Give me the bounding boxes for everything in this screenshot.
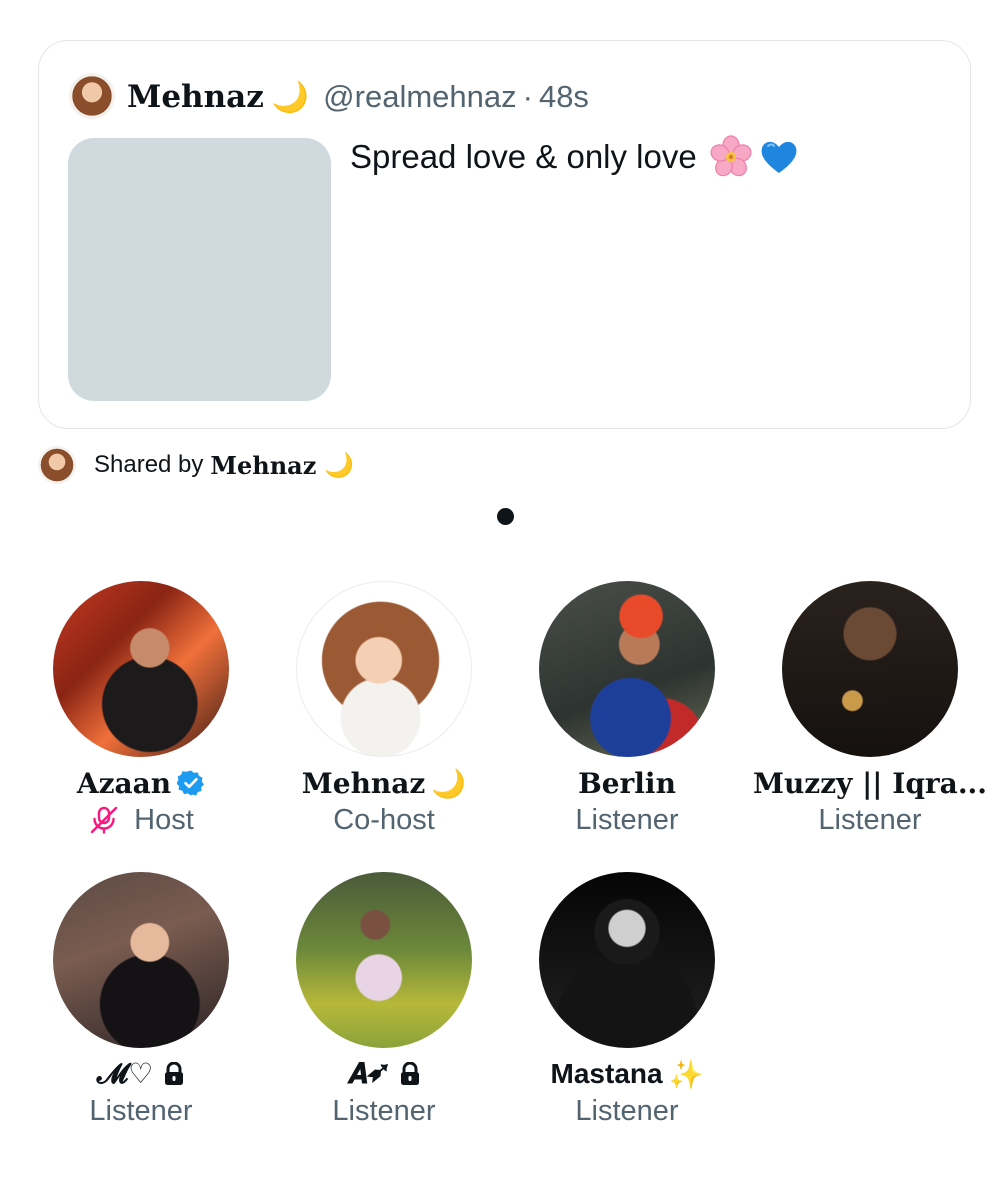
participant-role: Host	[26, 803, 256, 837]
cherry-blossom-icon	[710, 135, 752, 177]
participant-name: Azaan	[26, 765, 256, 801]
participant-name-text: 𝓜♡	[96, 1057, 154, 1090]
participant-azaan[interactable]: Azaan Host	[26, 581, 256, 837]
shared-by-moon-emoji: 🌙	[324, 451, 355, 479]
participant-name-text: Mastana	[550, 1058, 663, 1089]
sparkles-emoji: ✨	[668, 1057, 704, 1091]
author-line: Mehnaz 🌙 @realmehnaz · 48s	[127, 75, 589, 119]
avatar[interactable]	[296, 581, 472, 757]
participant-mehnaz[interactable]: Mehnaz 🌙 Co-host	[269, 581, 499, 837]
participant-role-text: Listener	[818, 803, 922, 836]
participant-a-arrow[interactable]: 𝑨➶ Listener	[269, 872, 499, 1128]
avatar[interactable]	[782, 581, 958, 757]
avatar[interactable]	[53, 872, 229, 1048]
avatar[interactable]	[539, 581, 715, 757]
separator-dot: ·	[522, 79, 533, 114]
post-text-body: Spread love & only love	[350, 138, 697, 175]
post-text: Spread love & only love	[350, 135, 799, 179]
participant-role-text: Listener	[89, 1094, 193, 1127]
media-placeholder[interactable]	[68, 138, 331, 401]
participant-role-text: Listener	[575, 803, 679, 836]
participant-name-text: Muzzy || Iqra...	[752, 766, 988, 800]
participant-name: 𝑨➶	[269, 1056, 499, 1092]
author-avatar[interactable]	[69, 73, 115, 119]
participant-m-heart[interactable]: 𝓜♡ Listener	[26, 872, 256, 1128]
participant-name: 𝓜♡	[26, 1056, 256, 1092]
participant-role: Listener	[755, 803, 985, 837]
shared-post-card[interactable]: Mehnaz 🌙 @realmehnaz · 48s Spread love &…	[38, 40, 971, 429]
avatar[interactable]	[539, 872, 715, 1048]
avatar[interactable]	[53, 581, 229, 757]
participant-role: Listener	[269, 1094, 499, 1128]
participant-name: Muzzy || Iqra...	[752, 765, 988, 801]
post-timestamp[interactable]: 48s	[539, 79, 589, 115]
participant-role: Listener	[26, 1094, 256, 1128]
lock-icon	[400, 1062, 419, 1085]
participant-mastana[interactable]: Mastana ✨ Listener	[512, 872, 742, 1128]
participant-berlin[interactable]: Berlin Listener	[512, 581, 742, 837]
participant-role-text: Host	[134, 803, 194, 836]
shared-by-prefix: Shared by	[94, 451, 204, 478]
shared-by-name[interactable]: Mehnaz	[210, 451, 316, 480]
participant-name-text: 𝑨➶	[347, 1057, 389, 1090]
author-handle[interactable]: @realmehnaz	[323, 79, 516, 115]
shared-by[interactable]: Shared by Mehnaz 🌙	[38, 445, 354, 485]
lock-icon	[165, 1062, 184, 1085]
shared-by-avatar[interactable]	[38, 446, 76, 484]
participant-muzzy[interactable]: Muzzy || Iqra... Listener	[752, 581, 988, 837]
participant-name-text: Azaan	[76, 766, 172, 800]
participant-role-text: Co-host	[333, 803, 435, 836]
moon-emoji: 🌙	[271, 79, 310, 115]
participant-role: Co-host	[269, 803, 499, 837]
blue-heart-icon	[761, 141, 797, 173]
participant-name-text: Berlin	[578, 766, 676, 800]
participant-role: Listener	[512, 1094, 742, 1128]
participant-role-text: Listener	[575, 1094, 679, 1127]
author-name[interactable]: Mehnaz	[127, 79, 264, 115]
participant-name-text: Mehnaz	[301, 766, 426, 800]
verified-badge-icon	[177, 770, 205, 796]
participant-name: Mehnaz 🌙	[269, 765, 499, 801]
pagination-dot-active[interactable]	[497, 508, 514, 525]
avatar[interactable]	[296, 872, 472, 1048]
participant-role: Listener	[512, 803, 742, 837]
participant-name: Berlin	[512, 765, 742, 801]
participant-name: Mastana ✨	[512, 1056, 742, 1092]
participant-role-text: Listener	[332, 1094, 436, 1127]
mic-off-icon	[90, 806, 118, 834]
moon-emoji: 🌙	[431, 766, 467, 800]
